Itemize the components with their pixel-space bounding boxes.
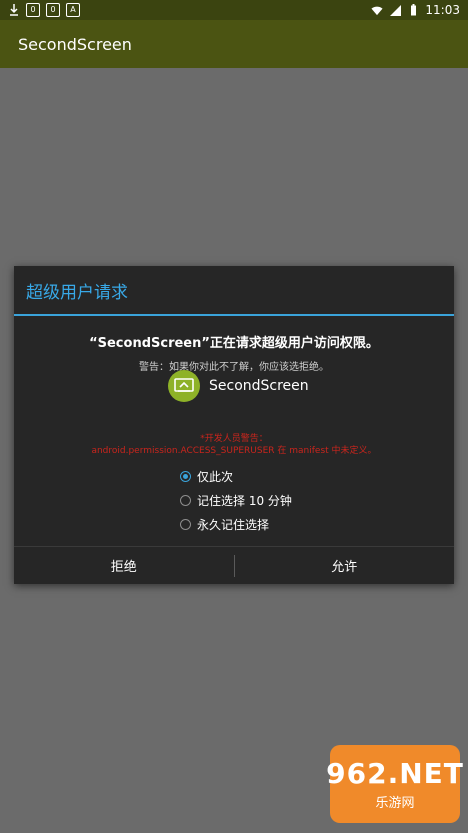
option-once-label: 仅此次 xyxy=(197,470,234,484)
watermark-bottom: 乐游网 xyxy=(375,796,415,811)
battery-icon xyxy=(407,4,419,16)
notification-badge-a: A xyxy=(66,3,80,17)
download-icon xyxy=(8,4,20,16)
radio-checked-icon[interactable] xyxy=(180,471,191,482)
option-10-minutes[interactable]: 记住选择 10 分钟 xyxy=(180,492,292,509)
option-once[interactable]: 仅此次 xyxy=(180,468,233,485)
developer-warning-line1: *开发人员警告： xyxy=(200,434,268,444)
watermark-top: 962.NET xyxy=(326,757,464,790)
request-message: “SecondScreen”正在请求超级用户访问权限。 xyxy=(89,336,379,351)
notification-badge-0: 0 xyxy=(26,3,40,17)
status-bar: 0 0 A 11:03 xyxy=(0,0,468,20)
wifi-icon xyxy=(371,4,383,16)
notification-badge-1: 0 xyxy=(46,3,60,17)
developer-warning-line2: android.permission.ACCESS_SUPERUSER 在 ma… xyxy=(91,446,377,456)
app-title: SecondScreen xyxy=(18,34,132,54)
option-forever[interactable]: 永久记住选择 xyxy=(180,516,269,533)
app-name: SecondScreen xyxy=(209,378,309,394)
app-bar: SecondScreen xyxy=(0,20,468,68)
cast-screen-icon xyxy=(168,370,200,402)
dialog-actions: 拒绝 允许 xyxy=(14,546,454,584)
option-10-minutes-label: 记住选择 10 分钟 xyxy=(197,494,292,508)
developer-warning: *开发人员警告： android.permission.ACCESS_SUPER… xyxy=(14,433,454,457)
deny-button[interactable]: 拒绝 xyxy=(14,547,234,584)
dialog-body: “SecondScreen”正在请求超级用户访问权限。 警告：如果你对此不了解，… xyxy=(14,316,454,547)
status-right: 11:03 xyxy=(371,3,460,17)
status-left: 0 0 A xyxy=(8,3,80,17)
dialog-title: 超级用户请求 xyxy=(26,282,128,303)
allow-button[interactable]: 允许 xyxy=(235,547,455,584)
radio-unchecked-icon[interactable] xyxy=(180,519,191,530)
status-time: 11:03 xyxy=(425,3,460,17)
radio-unchecked-icon[interactable] xyxy=(180,495,191,506)
signal-icon xyxy=(389,4,401,16)
site-watermark-logo: 962.NET 乐游网 xyxy=(326,745,463,823)
superuser-request-dialog: 超级用户请求 “SecondScreen”正在请求超级用户访问权限。 警告：如果… xyxy=(14,266,454,584)
requesting-app: SecondScreen xyxy=(168,370,309,402)
option-forever-label: 永久记住选择 xyxy=(197,518,270,532)
